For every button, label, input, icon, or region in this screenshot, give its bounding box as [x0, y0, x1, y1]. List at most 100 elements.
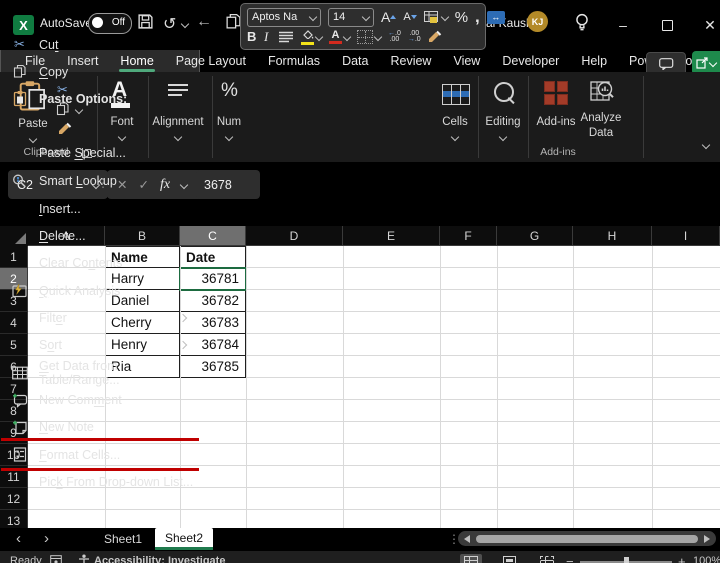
menu-item-sort[interactable]: Sort	[1, 331, 199, 358]
menu-item-smart-lookup[interactable]: Smart Lookup	[1, 167, 199, 194]
fill-color-button[interactable]	[301, 28, 322, 45]
avatar[interactable]: KJ	[527, 11, 548, 32]
page-layout-view-button[interactable]	[498, 554, 520, 563]
gridline	[652, 246, 653, 528]
redo-back-icon[interactable]: ←	[196, 13, 212, 31]
scroll-right-icon[interactable]	[704, 535, 710, 543]
sheet-tab-sheet1[interactable]: Sheet1	[92, 528, 154, 550]
number-group-chevron-icon[interactable]	[225, 133, 233, 141]
column-header-h[interactable]: H	[573, 226, 652, 246]
add-ins-icon[interactable]	[544, 81, 568, 105]
formula-input[interactable]: 3678	[196, 170, 260, 199]
menu-item-label: Smart Lookup	[39, 174, 117, 188]
comma-style-button[interactable]: ,	[475, 7, 480, 27]
format-painter-icon[interactable]	[428, 30, 443, 44]
cells-group-label[interactable]: Cells	[442, 116, 468, 128]
menu-item-pick-from-drop-down-list[interactable]: Pick From Drop-down List...	[1, 468, 199, 495]
format-as-table-button[interactable]	[424, 11, 448, 24]
menu-item-filter[interactable]: Filter	[1, 304, 199, 331]
accessibility-status[interactable]: Accessibility: Investigate	[94, 555, 225, 563]
add-ins-label[interactable]: Add-ins	[537, 116, 576, 128]
zoom-out-button[interactable]: −	[566, 554, 574, 563]
scroll-left-icon[interactable]	[464, 535, 470, 543]
column-header-g[interactable]: G	[497, 226, 573, 246]
shrink-font-button[interactable]: A	[403, 11, 416, 23]
gridline	[440, 246, 441, 528]
lightbulb-icon[interactable]	[573, 12, 591, 39]
scissors-icon: ✂	[11, 36, 28, 53]
ribbon-tab-developer[interactable]: Developer	[491, 50, 570, 72]
table-icon	[11, 364, 28, 381]
bold-button[interactable]: B	[247, 29, 257, 44]
prev-sheet-icon[interactable]: ‹	[16, 530, 21, 547]
borders-lines-icon[interactable]	[279, 31, 294, 43]
alignment-group-label[interactable]: Alignment	[152, 116, 203, 128]
macro-record-icon[interactable]	[50, 555, 62, 563]
next-sheet-icon[interactable]: ›	[44, 530, 49, 547]
menu-item-delete[interactable]: Delete...	[1, 222, 199, 249]
editing-group-chevron-icon[interactable]	[499, 133, 507, 141]
autosave-label: AutoSave	[40, 16, 92, 30]
font-size-value: 14	[333, 11, 345, 23]
analyze-data-label-2[interactable]: Data	[589, 127, 613, 139]
zoom-level[interactable]: 100%	[693, 555, 720, 563]
zoom-in-button[interactable]: +	[678, 554, 686, 563]
zoom-slider-thumb[interactable]	[624, 557, 629, 563]
increase-decimal-button[interactable]: .00→.0	[408, 31, 421, 43]
undo-dropdown-icon[interactable]	[181, 20, 189, 28]
editing-group-label[interactable]: Editing	[485, 116, 520, 128]
ribbon-tab-view[interactable]: View	[442, 50, 491, 72]
analyze-data-icon[interactable]	[590, 80, 615, 110]
menu-item-new-comment[interactable]: New Comment	[1, 386, 199, 413]
menu-item-new-note[interactable]: New Note	[1, 413, 199, 440]
menu-item-label: Quick Analysis	[39, 284, 120, 298]
ribbon-tab-data[interactable]: Data	[331, 50, 379, 72]
menu-item-cut[interactable]: ✂Cut	[1, 31, 199, 58]
number-group-label[interactable]: Num	[217, 116, 241, 128]
column-header-d[interactable]: D	[246, 226, 343, 246]
percent-style-button[interactable]: %	[455, 9, 468, 26]
share-icon	[696, 57, 708, 69]
menu-item-insert[interactable]: Insert...	[1, 195, 199, 222]
column-header-i[interactable]: I	[652, 226, 720, 246]
font-name-select[interactable]: Aptos Na	[247, 8, 321, 27]
close-button[interactable]: ✕	[695, 14, 720, 36]
font-color-button[interactable]: A	[329, 29, 350, 44]
menu-item-get-data-from-table-range[interactable]: Get Data from Table/Range...	[1, 359, 199, 386]
minimize-button[interactable]: –	[608, 14, 638, 36]
menu-item-format-cells[interactable]: Format Cells...	[1, 441, 199, 468]
font-group-label[interactable]: Font	[110, 116, 133, 128]
horizontal-scrollbar-thumb[interactable]	[476, 535, 698, 543]
analyze-data-label-1[interactable]: Analyze	[581, 112, 622, 124]
column-header-e[interactable]: E	[343, 226, 440, 246]
horizontal-scrollbar[interactable]	[458, 531, 716, 546]
font-size-select[interactable]: 14	[328, 8, 374, 27]
excel-window: X AutoSave Off ↺ ← Jai Kaushik KJ – ✕ Ap…	[0, 0, 720, 563]
menu-item-copy[interactable]: Copy	[1, 58, 199, 85]
cells-group-chevron-icon[interactable]	[451, 133, 459, 141]
grow-font-button[interactable]: A	[381, 9, 396, 25]
menu-item-label: Filter	[39, 311, 67, 325]
decrease-decimal-button[interactable]: ←.0.00	[388, 31, 401, 43]
page-break-view-button[interactable]	[536, 554, 558, 563]
gridline	[246, 246, 247, 528]
menu-item-clear-contents[interactable]: Clear Contents	[1, 249, 199, 276]
column-header-f[interactable]: F	[440, 226, 497, 246]
menu-item-label: Clear Contents	[39, 256, 122, 270]
menu-item-quick-analysis[interactable]: Quick Analysis	[1, 277, 199, 304]
collapse-ribbon-icon[interactable]	[702, 141, 710, 149]
merge-center-button[interactable]: ↔	[487, 11, 505, 24]
ribbon-tab-formulas[interactable]: Formulas	[257, 50, 331, 72]
menu-item-label: Paste Special...	[39, 146, 126, 160]
normal-view-button[interactable]	[460, 554, 482, 563]
ribbon-tab-help[interactable]: Help	[570, 50, 618, 72]
sheet-tab-bar: ‹ › Sheet1Sheet2 ⋮	[0, 528, 720, 550]
menu-item-label: Insert...	[39, 202, 81, 216]
maximize-button[interactable]	[652, 14, 682, 36]
sheet-tab-sheet2[interactable]: Sheet2	[155, 528, 213, 550]
menu-item-paste-options[interactable]: Paste Options:	[1, 85, 199, 112]
menu-item-paste-special[interactable]: Paste Special...	[1, 139, 199, 166]
borders-button[interactable]	[357, 30, 381, 44]
ribbon-tab-review[interactable]: Review	[379, 50, 442, 72]
italic-button[interactable]: I	[264, 29, 272, 45]
